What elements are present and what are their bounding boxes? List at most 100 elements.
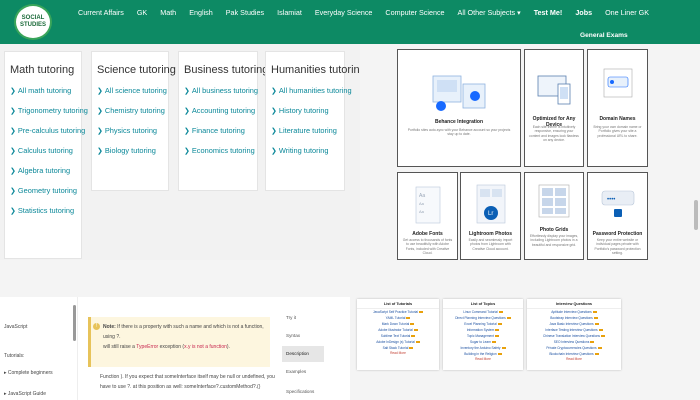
feature-description: Keep your entire website or individual p… bbox=[594, 238, 641, 256]
tutoring-link[interactable]: All humanities tutoring bbox=[271, 86, 352, 95]
tutoring-link[interactable]: History tutoring bbox=[271, 106, 344, 115]
nav-link-gk[interactable]: GK bbox=[137, 8, 147, 17]
read-more-link[interactable]: Read More bbox=[357, 351, 439, 356]
top-navbar: SOCIAL STUDIES Current Affairs GK Math E… bbox=[0, 0, 700, 44]
tutoring-link[interactable]: All math tutoring bbox=[10, 86, 81, 95]
doc-sidebar-heading: Tutorials: bbox=[4, 353, 25, 359]
note-text: will still raise a bbox=[103, 344, 135, 350]
nav-link-all-other-subjects[interactable]: All Other Subjects ▾ bbox=[458, 8, 521, 17]
tutoring-column-humanities: Humanities tutoring All humanities tutor… bbox=[265, 51, 366, 191]
svg-text:Aa: Aa bbox=[419, 209, 425, 214]
nav-link-test-me[interactable]: Test Me! bbox=[534, 8, 563, 17]
tutorials-list-card: List of Tutorials JavaScript Self Practi… bbox=[357, 299, 439, 370]
toc-item[interactable]: Try it bbox=[286, 315, 296, 320]
behance-integration-icon bbox=[432, 75, 486, 111]
nav-link-everyday-science[interactable]: Everyday Science bbox=[315, 8, 373, 17]
tutoring-link[interactable]: Biology tutoring bbox=[97, 146, 168, 155]
feature-card-lightroom[interactable]: Lr Lightroom Photos Easily and seamlessl… bbox=[460, 172, 521, 260]
page-root: SOCIAL STUDIES Current Affairs GK Math E… bbox=[0, 0, 700, 400]
photo-grid-icon bbox=[538, 184, 570, 218]
domain-icon bbox=[603, 68, 632, 98]
nav-link-computer-science[interactable]: Computer Science bbox=[385, 8, 444, 17]
feature-description: Get access to thousands of fonts to use … bbox=[402, 238, 453, 256]
nav-link-current-affairs[interactable]: Current Affairs bbox=[78, 8, 124, 17]
nav-link-jobs[interactable]: Jobs bbox=[575, 8, 592, 17]
toc-item[interactable]: Syntax bbox=[286, 333, 300, 338]
toc-item[interactable]: Specifications bbox=[286, 389, 314, 394]
tutoring-link[interactable]: Trigonometry tutoring bbox=[10, 106, 88, 115]
tutoring-column-science: Science tutoring All science tutoring Ch… bbox=[91, 51, 176, 191]
tutoring-link[interactable]: Writing tutoring bbox=[271, 146, 344, 155]
tutoring-link[interactable]: Chemistry tutoring bbox=[97, 106, 168, 115]
tutoring-column-math: Math tutoring All math tutoring Trigonom… bbox=[4, 51, 88, 259]
list-title: Interview Questions bbox=[527, 299, 621, 309]
feature-title: Photo Grids bbox=[539, 227, 569, 233]
tutoring-link[interactable]: Pre-calculus tutoring bbox=[10, 126, 85, 135]
code-typeerror-link[interactable]: TypeError bbox=[136, 344, 158, 350]
tutoring-menu: Math tutoring All math tutoring Trigonom… bbox=[0, 44, 366, 260]
note-label: Note: bbox=[103, 324, 116, 330]
doc-body-text: Function ). If you expect that someInter… bbox=[100, 372, 275, 392]
lightroom-icon: Lr bbox=[476, 184, 505, 224]
feature-card-domain[interactable]: Domain Names Bring your own domain name … bbox=[587, 49, 648, 167]
feature-description: Easily and seamlessly import photos from… bbox=[468, 238, 513, 251]
tutoring-column-business: Business tutoring All business tutoring … bbox=[178, 51, 269, 191]
tutoring-heading: Science tutoring bbox=[97, 64, 176, 76]
doc-paragraph-line: Function ). If you expect that someInter… bbox=[100, 374, 275, 380]
feature-card-behance[interactable]: Behance Integration Portfolio sites auto… bbox=[397, 49, 521, 167]
tutoring-link[interactable]: Economics tutoring bbox=[184, 146, 257, 155]
feature-description: Bring your own domain name or Portfolio … bbox=[593, 125, 642, 138]
note-text: exception ( bbox=[159, 344, 185, 350]
feature-card-fonts[interactable]: Aa Aa Aa Adobe Fonts Get access to thous… bbox=[397, 172, 458, 260]
tutoring-link[interactable]: Algebra tutoring bbox=[10, 166, 81, 175]
feature-card-password[interactable]: •••• Password Protection Keep your entir… bbox=[587, 172, 648, 260]
nav-link-english[interactable]: English bbox=[189, 8, 213, 17]
nav-link-one-liner-gk[interactable]: One Liner GK bbox=[605, 8, 649, 17]
fonts-icon: Aa Aa Aa bbox=[415, 186, 440, 224]
nav-link-math[interactable]: Math bbox=[160, 8, 176, 17]
toc-item-active[interactable]: Description bbox=[282, 346, 324, 362]
doc-paragraph-line: have to use ?. at this position as well:… bbox=[100, 384, 261, 390]
tutoring-link[interactable]: All science tutoring bbox=[97, 86, 168, 95]
feature-title: Lightroom Photos bbox=[468, 231, 513, 237]
feature-description: Each site theme is intuitively responsiv… bbox=[529, 125, 579, 143]
sidebar-scrollbar[interactable] bbox=[73, 305, 76, 341]
logo-text: SOCIAL STUDIES bbox=[19, 15, 46, 28]
info-icon: ! bbox=[93, 323, 100, 330]
nav-link-islamiat[interactable]: Islamiat bbox=[277, 8, 302, 17]
feature-title: Password Protection bbox=[592, 231, 643, 237]
read-more-link[interactable]: Read More bbox=[443, 357, 523, 362]
tutoring-link[interactable]: Statistics tutoring bbox=[10, 206, 81, 215]
devices-icon bbox=[537, 75, 571, 105]
doc-sidebar-title[interactable]: JavaScript bbox=[4, 324, 27, 330]
feature-title: Domain Names bbox=[599, 116, 636, 122]
feature-card-photo-grids[interactable]: Photo Grids Effortlessly display your im… bbox=[524, 172, 584, 260]
read-more-link[interactable]: Read More bbox=[527, 357, 621, 362]
feature-title: Adobe Fonts bbox=[412, 231, 443, 237]
tutoring-link[interactable]: Physics tutoring bbox=[97, 126, 168, 135]
tutoring-link[interactable]: Calculus tutoring bbox=[10, 146, 81, 155]
svg-text:Lr: Lr bbox=[488, 211, 493, 217]
note-text: If there is a property with such a name … bbox=[103, 324, 264, 340]
doc-sidebar-link[interactable]: ▸ JavaScript Guide bbox=[4, 391, 46, 397]
note-text: ). bbox=[226, 344, 230, 350]
nav-link-pak-studies[interactable]: Pak Studies bbox=[226, 8, 264, 17]
tutoring-link[interactable]: Literature tutoring bbox=[271, 126, 344, 135]
feature-description: Portfolio sites auto-sync with your Beha… bbox=[407, 128, 511, 137]
feature-card-device[interactable]: Optimized for Any Device Each site theme… bbox=[524, 49, 584, 167]
svg-text:Aa: Aa bbox=[419, 193, 425, 199]
toc-item[interactable]: Examples bbox=[286, 369, 306, 374]
site-logo[interactable]: SOCIAL STUDIES bbox=[14, 4, 52, 40]
tutoring-link[interactable]: Finance tutoring bbox=[184, 126, 257, 135]
tutoring-link[interactable]: Geometry tutoring bbox=[10, 186, 81, 195]
tutoring-heading: Business tutoring bbox=[184, 64, 269, 76]
tutoring-link[interactable]: Accounting tutoring bbox=[184, 106, 257, 115]
tutoring-link[interactable]: All business tutoring bbox=[184, 86, 258, 95]
page-scrollbar[interactable] bbox=[694, 200, 698, 230]
doc-sidebar-link[interactable]: ▸ Complete beginners bbox=[4, 370, 53, 376]
note-box: ! Note: If there is a property with such… bbox=[88, 317, 270, 367]
nav-link-general-exams[interactable]: General Exams bbox=[580, 32, 628, 39]
topics-list-card: List of Topics Linux Command Tutorial Di… bbox=[443, 299, 523, 370]
tutoring-heading: Humanities tutoring bbox=[271, 64, 366, 76]
list-title: List of Tutorials bbox=[357, 299, 439, 309]
